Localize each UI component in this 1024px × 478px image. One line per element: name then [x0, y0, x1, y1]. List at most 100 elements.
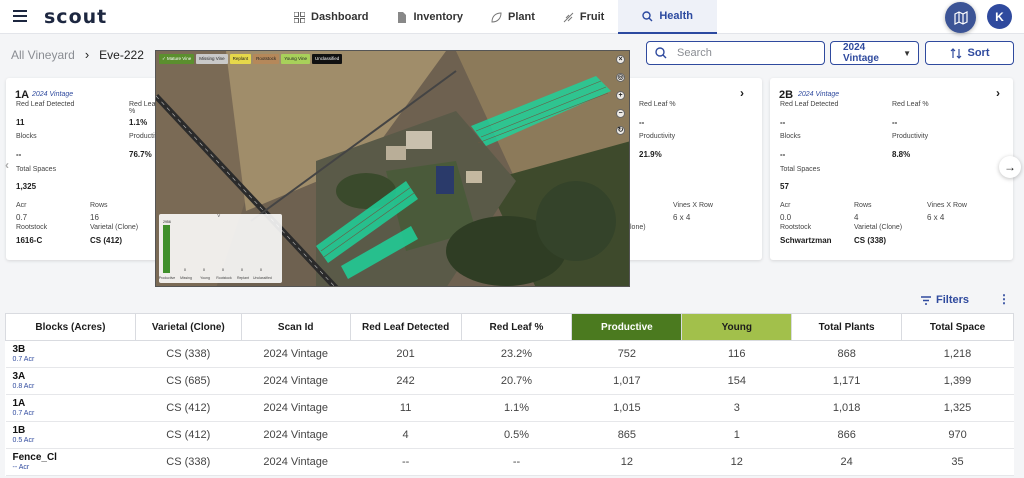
col-red-leaf-detected[interactable]: Red Leaf Detected	[349, 313, 462, 341]
chevron-right-icon[interactable]: ›	[996, 86, 1000, 100]
col-red-leaf-pct[interactable]: Red Leaf %	[460, 313, 573, 341]
cell-productive: 865	[571, 421, 682, 449]
card-value: 21.9%	[639, 150, 662, 159]
nav-plant[interactable]: Plant	[477, 0, 549, 34]
chevron-right-icon: ›	[84, 47, 90, 62]
col-total-space[interactable]: Total Space	[901, 313, 1014, 341]
block-name[interactable]: 3B	[13, 344, 136, 355]
card-label: Productivity	[892, 133, 929, 140]
block-card-2[interactable]: › Red Leaf % -- Productivity 21.9% Vines…	[620, 78, 762, 260]
col-young[interactable]: Young	[681, 313, 793, 341]
cell-block: 3B 0.7 Acr	[5, 340, 136, 368]
card-value: 57	[780, 182, 789, 191]
card-label: Total Spaces	[780, 166, 821, 173]
cell-varietal: CS (338)	[135, 340, 242, 368]
menu-icon[interactable]	[13, 10, 27, 22]
card-value: 8.8%	[892, 150, 911, 159]
legend-replant[interactable]: Replant	[229, 54, 252, 64]
nav-fruit-label: Fruit	[579, 11, 605, 23]
close-icon[interactable]: ×	[616, 55, 625, 64]
legend-unclassified[interactable]: Unclassified	[311, 54, 343, 64]
table-row[interactable]: Fence_Cl -- Acr CS (338) 2024 Vintage -- -- 12…	[5, 448, 1014, 476]
col-varietal[interactable]: Varietal (Clone)	[134, 313, 242, 341]
chevron-right-icon[interactable]: ›	[740, 86, 744, 100]
breadcrumb-root[interactable]: All Vineyard	[11, 48, 75, 62]
table-row[interactable]: 1B 0.5 Acr CS (412) 2024 Vintage 4 0.5% 865 1 86…	[5, 421, 1014, 449]
chevron-down-icon[interactable]: ˅	[217, 214, 221, 220]
user-avatar[interactable]: K	[987, 4, 1012, 29]
search-box[interactable]	[646, 41, 825, 65]
card-vintage: 2024 Vintage	[798, 91, 840, 98]
block-name[interactable]: 1A	[13, 398, 136, 409]
card-label: Vines X Row	[673, 202, 713, 209]
cell-scan: 2024 Vintage	[241, 421, 351, 449]
table-row[interactable]: 3B 0.7 Acr CS (338) 2024 Vintage 201 23.2% 752…	[5, 340, 1014, 368]
nav-inventory[interactable]: Inventory	[382, 0, 477, 34]
card-value: 1.1%	[129, 118, 148, 127]
zoom-out-icon[interactable]: −	[616, 109, 625, 118]
sort-button[interactable]: Sort	[925, 41, 1014, 65]
more-options-icon[interactable]: ⋮	[998, 292, 1010, 306]
map-toggle-button[interactable]	[945, 2, 976, 33]
card-vintage: 2024 Vintage	[32, 91, 74, 98]
vineyard-map-popup[interactable]: ✓ Mature Vine Missing Vine Replant Roots…	[155, 50, 630, 287]
nav-fruit[interactable]: Fruit	[549, 0, 618, 34]
block-name[interactable]: Fence_Cl	[13, 452, 136, 463]
cell-scan: 2024 Vintage	[241, 340, 351, 368]
cell-rld: 11	[350, 394, 462, 422]
nav-dashboard[interactable]: Dashboard	[280, 0, 382, 34]
block-acres: 0.7 Acr	[12, 409, 35, 417]
block-acres: -- Acr	[12, 463, 30, 471]
cell-varietal: CS (412)	[135, 421, 242, 449]
blocks-table: Blocks (Acres) Varietal (Clone) Scan Id …	[5, 313, 1014, 476]
cell-block: 1B 0.5 Acr	[5, 421, 136, 449]
legend-rootstock[interactable]: Rootstock	[253, 54, 280, 64]
card-label: Varietal (Clone)	[90, 224, 139, 231]
col-scan-id[interactable]: Scan Id	[240, 313, 351, 341]
map-legend: ✓ Mature Vine Missing Vine Replant Roots…	[159, 54, 343, 64]
cell-rlp: 1.1%	[461, 394, 572, 422]
legend-missing-vine[interactable]: Missing Vine	[196, 54, 228, 64]
block-name[interactable]: 3A	[13, 371, 136, 382]
nav-plant-label: Plant	[507, 11, 535, 23]
filters-button[interactable]: Filters	[921, 294, 969, 306]
carousel-next-button[interactable]: →	[999, 156, 1021, 178]
card-value: Schwartzman	[780, 236, 832, 245]
cell-rld: 201	[350, 340, 462, 368]
zoom-in-icon[interactable]: +	[616, 91, 625, 100]
legend-mature-vine[interactable]: ✓ Mature Vine	[159, 54, 195, 64]
col-blocks[interactable]: Blocks (Acres)	[5, 313, 136, 341]
card-value: 1616-C	[16, 236, 43, 245]
carousel-prev-button[interactable]: ‹	[0, 154, 14, 176]
col-total-plants[interactable]: Total Plants	[791, 313, 903, 341]
cell-total-space: 35	[901, 448, 1014, 476]
cell-rld: 242	[350, 367, 462, 395]
block-card-2b[interactable]: 2B 2024 Vintage › Red Leaf Detected Red …	[770, 78, 1013, 260]
search-input[interactable]	[677, 47, 807, 59]
cell-total-space: 1,399	[901, 367, 1014, 395]
block-acres: 0.7 Acr	[12, 355, 35, 363]
card-label: Rootstock	[780, 224, 812, 231]
card-label: Vines X Row	[927, 202, 967, 209]
col-productive[interactable]: Productive	[571, 313, 683, 341]
block-acres: 0.5 Acr	[12, 436, 35, 444]
target-icon[interactable]: ◎	[616, 73, 625, 82]
refresh-icon[interactable]: ↻	[616, 126, 625, 135]
sort-icon	[950, 47, 961, 59]
card-label: Varietal (Clone)	[854, 224, 903, 231]
card-value: 0.7	[16, 213, 28, 222]
table-row[interactable]: 1A 0.7 Acr CS (412) 2024 Vintage 11 1.1% 1,015…	[5, 394, 1014, 422]
block-name[interactable]: 1B	[13, 425, 136, 436]
card-label: Blocks	[16, 133, 37, 140]
nav-health[interactable]: Health	[618, 0, 717, 34]
card-value: --	[780, 150, 786, 159]
legend-young-vine[interactable]: Young Vine	[281, 54, 310, 64]
vintage-select[interactable]: 2024 Vintage ▼	[830, 41, 919, 65]
app-logo[interactable]: scout	[44, 6, 107, 28]
cell-rlp: 0.5%	[461, 421, 572, 449]
block-card-1a[interactable]: 1A 2024 Vintage Red Leaf Detected Red Le…	[6, 78, 165, 260]
table-row[interactable]: 3A 0.8 Acr CS (685) 2024 Vintage 242 20.7% 1,0…	[5, 367, 1014, 395]
grape-leaf-icon	[563, 12, 574, 22]
cell-young: 116	[681, 340, 792, 368]
card-value: 76.7%	[129, 150, 152, 159]
